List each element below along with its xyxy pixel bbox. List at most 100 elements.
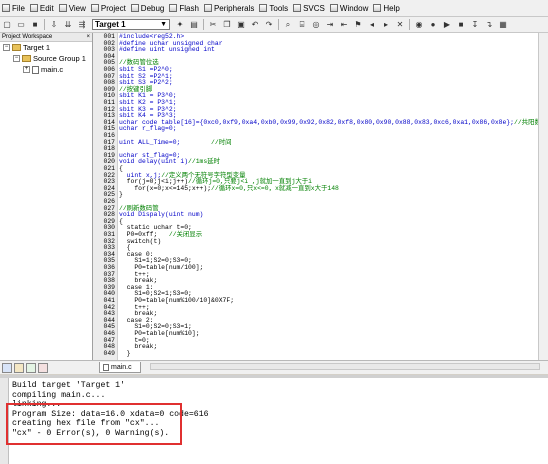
undo-icon[interactable]: ↶ bbox=[249, 19, 261, 30]
toolbar-separator bbox=[44, 19, 45, 30]
menu-flash[interactable]: Flash bbox=[167, 0, 202, 16]
menu-bar: File Edit View Project Debug Flash Peripherals… bbox=[0, 0, 548, 17]
tree-item-label: main.c bbox=[41, 65, 64, 74]
find-icon[interactable]: ⌕ bbox=[282, 19, 294, 30]
menu-label: Project bbox=[100, 3, 126, 13]
step-icon[interactable]: ↧ bbox=[469, 19, 481, 30]
code-line: 049 } bbox=[93, 349, 131, 358]
collapse-icon[interactable]: − bbox=[13, 55, 20, 62]
file-icon bbox=[32, 65, 39, 74]
vertical-scrollbar[interactable] bbox=[538, 33, 548, 360]
save-icon[interactable]: ■ bbox=[29, 19, 41, 30]
menu-label: Peripherals bbox=[213, 3, 255, 13]
menu-label: SVCS bbox=[303, 3, 325, 13]
chevron-down-icon: ▼ bbox=[160, 21, 167, 28]
menu-edit[interactable]: Edit bbox=[28, 0, 57, 16]
options-icon[interactable]: ✦ bbox=[174, 19, 186, 30]
output-line: Build target 'Target 1' bbox=[12, 381, 126, 390]
books-tab-icon[interactable] bbox=[14, 362, 24, 373]
menu-file-icon bbox=[2, 4, 10, 12]
tree-item[interactable]: − Source Group 1 bbox=[0, 53, 92, 64]
code-text: void Dispaly(uint num) bbox=[119, 211, 204, 219]
menu-window[interactable]: Window bbox=[328, 0, 371, 16]
folder-icon bbox=[12, 44, 21, 51]
code-text: uint ALL_Time=0; //时间 bbox=[119, 138, 232, 146]
open-folder-icon[interactable]: ▭ bbox=[15, 19, 27, 30]
code-text: void delay(uint i)//1ms延时 bbox=[119, 158, 220, 166]
menu-debug[interactable]: Debug bbox=[129, 0, 168, 16]
bookmark-icon[interactable]: ⚑ bbox=[352, 19, 364, 30]
code-line: 024 for(x=0;x<=145;x++);//循环x=0,只x<=0，x就… bbox=[93, 185, 338, 193]
prev-bookmark-icon[interactable]: ◂ bbox=[366, 19, 378, 30]
toolbar-separator bbox=[409, 19, 410, 30]
rebuild-icon[interactable]: ⇶ bbox=[76, 19, 88, 30]
tree-item-label: Target 1 bbox=[23, 43, 51, 52]
window-icon[interactable]: ▦ bbox=[497, 19, 509, 30]
menu-svcs[interactable]: SVCS bbox=[291, 0, 328, 16]
paste-icon[interactable]: ▣ bbox=[235, 19, 247, 30]
folder-icon bbox=[22, 55, 31, 62]
clear-bookmarks-icon[interactable]: ✕ bbox=[394, 19, 406, 30]
tab-main-c[interactable]: main.c bbox=[99, 362, 141, 373]
code-text: } bbox=[119, 191, 123, 199]
menu-peripherals[interactable]: Peripherals bbox=[202, 0, 257, 16]
target-select-value: Target 1 bbox=[95, 20, 126, 29]
menu-label: Help bbox=[383, 3, 400, 13]
close-icon[interactable]: × bbox=[86, 34, 90, 40]
menu-flash-icon bbox=[169, 4, 178, 12]
menu-svcs-icon bbox=[293, 4, 302, 12]
indent-icon[interactable]: ⇥ bbox=[324, 19, 336, 30]
tree-item[interactable]: + main.c bbox=[0, 64, 92, 75]
workspace-title: Project Workspace bbox=[2, 34, 53, 40]
collapse-icon[interactable]: − bbox=[3, 44, 10, 51]
menu-view-icon bbox=[58, 4, 67, 12]
toolbar: ▢ ▭ ■ ⇩ ⇊ ⇶ Target 1 ▼ ✦ ▤ ✂ ❐ ▣ ↶ ↷ ⌕ ⌸… bbox=[0, 17, 548, 33]
menu-label: Tools bbox=[269, 3, 289, 13]
tree-item-label: Source Group 1 bbox=[33, 54, 86, 63]
menu-project-icon bbox=[90, 4, 99, 12]
next-bookmark-icon[interactable]: ▸ bbox=[380, 19, 392, 30]
debug-icon[interactable]: ◉ bbox=[413, 19, 425, 30]
breakpoint-icon[interactable]: ● bbox=[427, 19, 439, 30]
code-text: uchar r_flag=0; bbox=[119, 125, 177, 133]
horizontal-scrollbar[interactable] bbox=[150, 363, 540, 370]
outdent-icon[interactable]: ⇤ bbox=[338, 19, 350, 30]
toolbar-separator bbox=[278, 19, 279, 30]
redo-icon[interactable]: ↷ bbox=[263, 19, 275, 30]
stop-icon[interactable]: ■ bbox=[455, 19, 467, 30]
templates-tab-icon[interactable] bbox=[38, 362, 48, 373]
menu-project[interactable]: Project bbox=[89, 0, 129, 16]
menu-label: Window bbox=[339, 3, 369, 13]
compile-icon[interactable]: ⇩ bbox=[48, 19, 60, 30]
build-icon[interactable]: ⇊ bbox=[62, 19, 74, 30]
menu-help-icon bbox=[373, 4, 382, 12]
code-text: } bbox=[119, 349, 131, 357]
files-tab-icon[interactable] bbox=[2, 362, 12, 373]
run-icon[interactable]: ▶ bbox=[441, 19, 453, 30]
step-over-icon[interactable]: ↴ bbox=[483, 19, 495, 30]
copy-icon[interactable]: ❐ bbox=[221, 19, 233, 30]
menu-view[interactable]: View bbox=[57, 0, 89, 16]
workspace-tabs bbox=[0, 360, 93, 374]
manage-icon[interactable]: ▤ bbox=[188, 19, 200, 30]
tab-label: main.c bbox=[111, 363, 132, 371]
code-text: uchar code table[16]={0xc0,0xf9,0xa4,0xb… bbox=[119, 118, 548, 126]
new-file-icon[interactable]: ▢ bbox=[1, 19, 13, 30]
cut-icon[interactable]: ✂ bbox=[207, 19, 219, 30]
functions-tab-icon[interactable] bbox=[26, 362, 36, 373]
menu-help[interactable]: Help bbox=[371, 0, 402, 16]
menu-tools[interactable]: Tools bbox=[257, 0, 291, 16]
expand-icon[interactable]: + bbox=[23, 66, 30, 73]
menu-label: Flash bbox=[179, 3, 199, 13]
menu-file[interactable]: File bbox=[0, 0, 28, 16]
tree-item[interactable]: − Target 1 bbox=[0, 42, 92, 53]
target-select[interactable]: Target 1 ▼ bbox=[92, 19, 170, 30]
menu-edit-icon bbox=[29, 4, 38, 12]
toolbar-separator bbox=[203, 19, 204, 30]
output-line: compiling main.c... bbox=[12, 390, 106, 400]
find-in-files-icon[interactable]: ⌸ bbox=[296, 19, 308, 30]
menu-peripherals-icon bbox=[203, 4, 212, 12]
menu-tools-icon bbox=[259, 4, 268, 12]
binoculars-icon[interactable]: ◎ bbox=[310, 19, 322, 30]
code-editor[interactable]: 001 #include<reg52.h> 002 #define uchar uns… bbox=[93, 33, 548, 360]
